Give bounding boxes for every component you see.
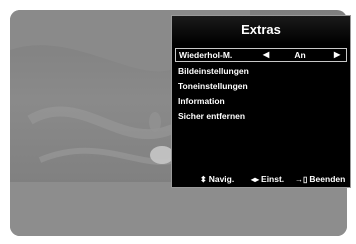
menu-item-sicher-entfernen[interactable]: Sicher entfernen [175,109,347,123]
menu-item-value: An [294,50,306,60]
menu-item-toneinstellungen[interactable]: Toneinstellungen [175,79,347,93]
menu-item-information[interactable]: Information [175,94,347,108]
hint-exit: →▯ Beenden [295,172,345,187]
hint-exit-label: Beenden [309,174,346,184]
extras-menu-panel: Extras Wiederhol-M. ◀ An ▶ Bildeinstellu… [171,15,351,188]
hint-navigate: ⬍ Navig. [200,172,234,187]
menu-item-label: Information [178,96,225,106]
exit-icon: →▯ [295,175,308,184]
menu-item-wiederhol-m[interactable]: Wiederhol-M. ◀ An ▶ [175,48,347,62]
menu-item-label: Wiederhol-M. [179,50,233,60]
bottom-band [10,182,347,236]
menu-title: Extras [172,16,350,44]
left-right-arrow-icon: ◂▸ [251,175,260,184]
menu-item-label: Toneinstellungen [178,81,248,91]
menu-item-label: Bildeinstellungen [178,66,249,76]
hint-adjust: ◂▸ Einst. [251,172,284,187]
hint-navigate-label: Navig. [208,174,235,184]
arrow-right-icon[interactable]: ▶ [334,49,340,61]
key-hints: ⬍ Navig. ◂▸ Einst. →▯ Beenden [172,172,350,186]
menu-item-label: Sicher entfernen [178,111,246,121]
arrow-left-icon[interactable]: ◀ [263,49,269,61]
up-down-arrow-icon: ⬍ [200,175,207,184]
menu-item-bildeinstellungen[interactable]: Bildeinstellungen [175,64,347,78]
hint-adjust-label: Einst. [261,174,285,184]
